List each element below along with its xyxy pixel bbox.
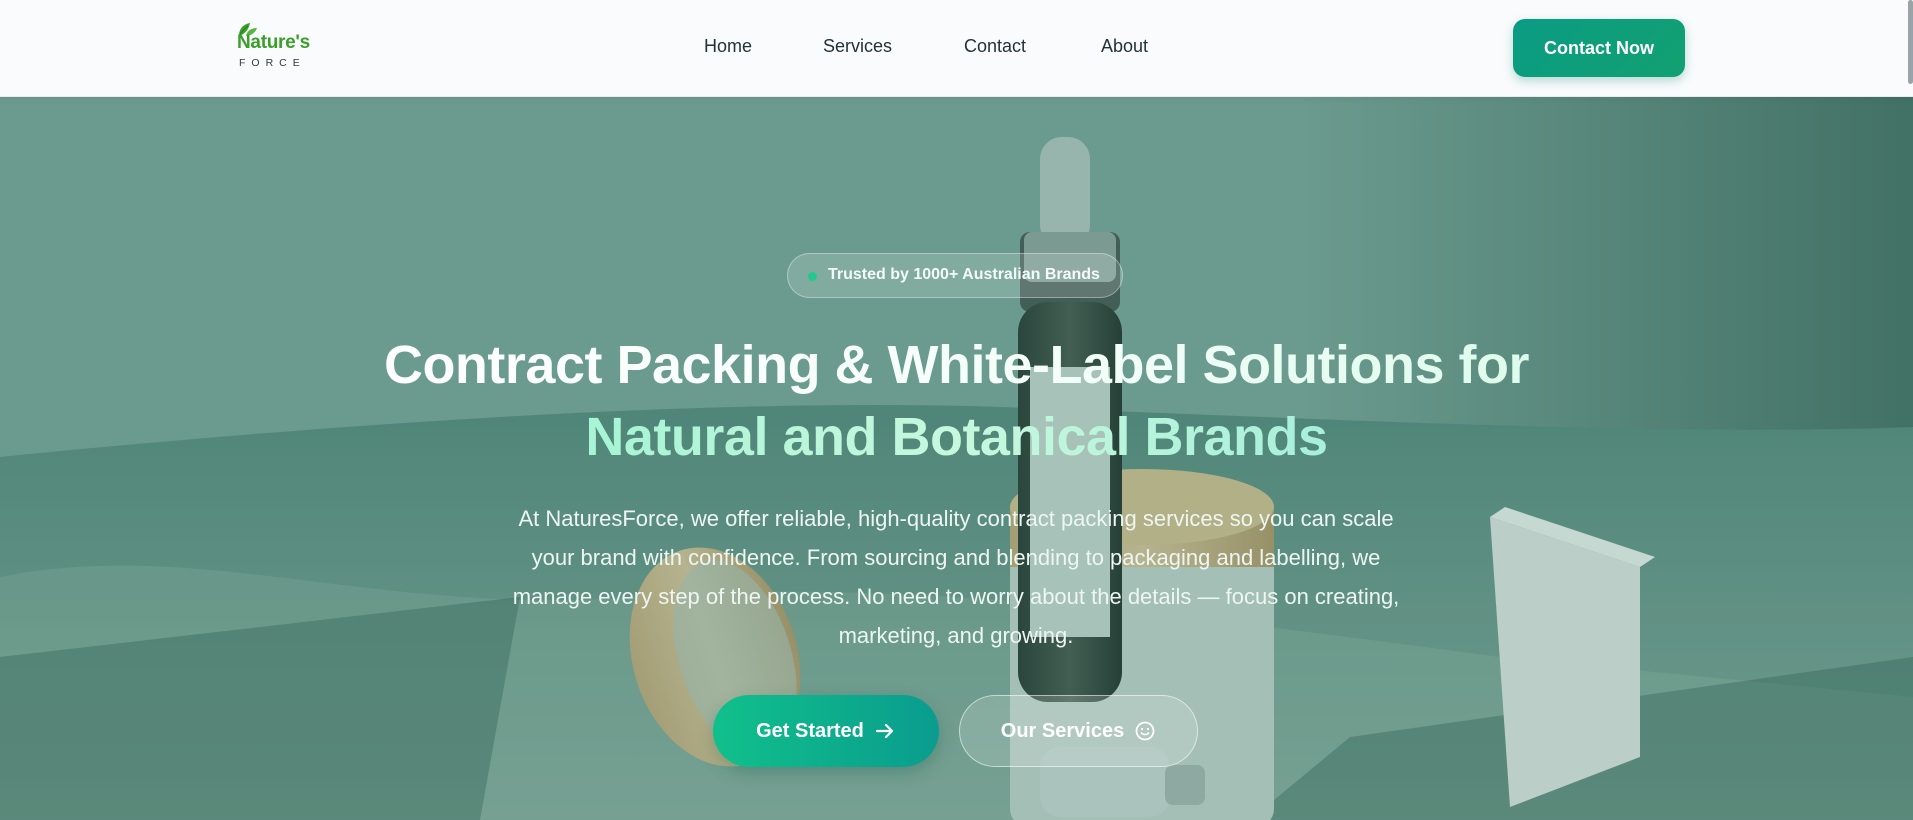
contact-now-button[interactable]: Contact Now <box>1513 19 1685 77</box>
logo-wordmark-bottom: FORCE <box>239 57 306 69</box>
hero-description: At NaturesForce, we offer reliable, high… <box>512 506 1400 648</box>
our-services-label: Our Services <box>1000 719 1125 742</box>
hero-section: Trusted by 1000+ Australian Brands Contr… <box>0 97 1913 820</box>
natures-force-logo[interactable]: Nature's FORCE <box>236 22 326 72</box>
site-header: Nature's FORCE Home Services Contact Abo… <box>0 0 1913 97</box>
nav-link-contact[interactable]: Contact <box>964 36 1026 57</box>
get-started-button[interactable]: Get Started <box>713 695 939 767</box>
hero-headline-line-1: Contract Packing & White-Label Solutions… <box>300 329 1613 401</box>
hero-headline-line-2: Natural and Botanical Brands <box>300 401 1613 473</box>
smile-icon <box>1135 721 1155 741</box>
status-dot <box>808 272 817 281</box>
page-scrollbar[interactable] <box>1908 0 1913 84</box>
get-started-label: Get Started <box>756 719 864 742</box>
trusted-badge: Trusted by 1000+ Australian Brands <box>787 253 1123 298</box>
hero-headline: Contract Packing & White-Label Solutions… <box>300 329 1613 473</box>
our-services-button[interactable]: Our Services <box>959 695 1198 767</box>
nav-link-home[interactable]: Home <box>704 36 752 57</box>
nav-link-about[interactable]: About <box>1101 36 1148 57</box>
nav-link-services[interactable]: Services <box>823 36 892 57</box>
arrow-right-icon <box>875 723 894 739</box>
logo-wordmark-top: Nature's <box>237 32 310 53</box>
page: Nature's FORCE Home Services Contact Abo… <box>0 0 1913 820</box>
trusted-badge-text: Trusted by 1000+ Australian Brands <box>828 266 1100 283</box>
